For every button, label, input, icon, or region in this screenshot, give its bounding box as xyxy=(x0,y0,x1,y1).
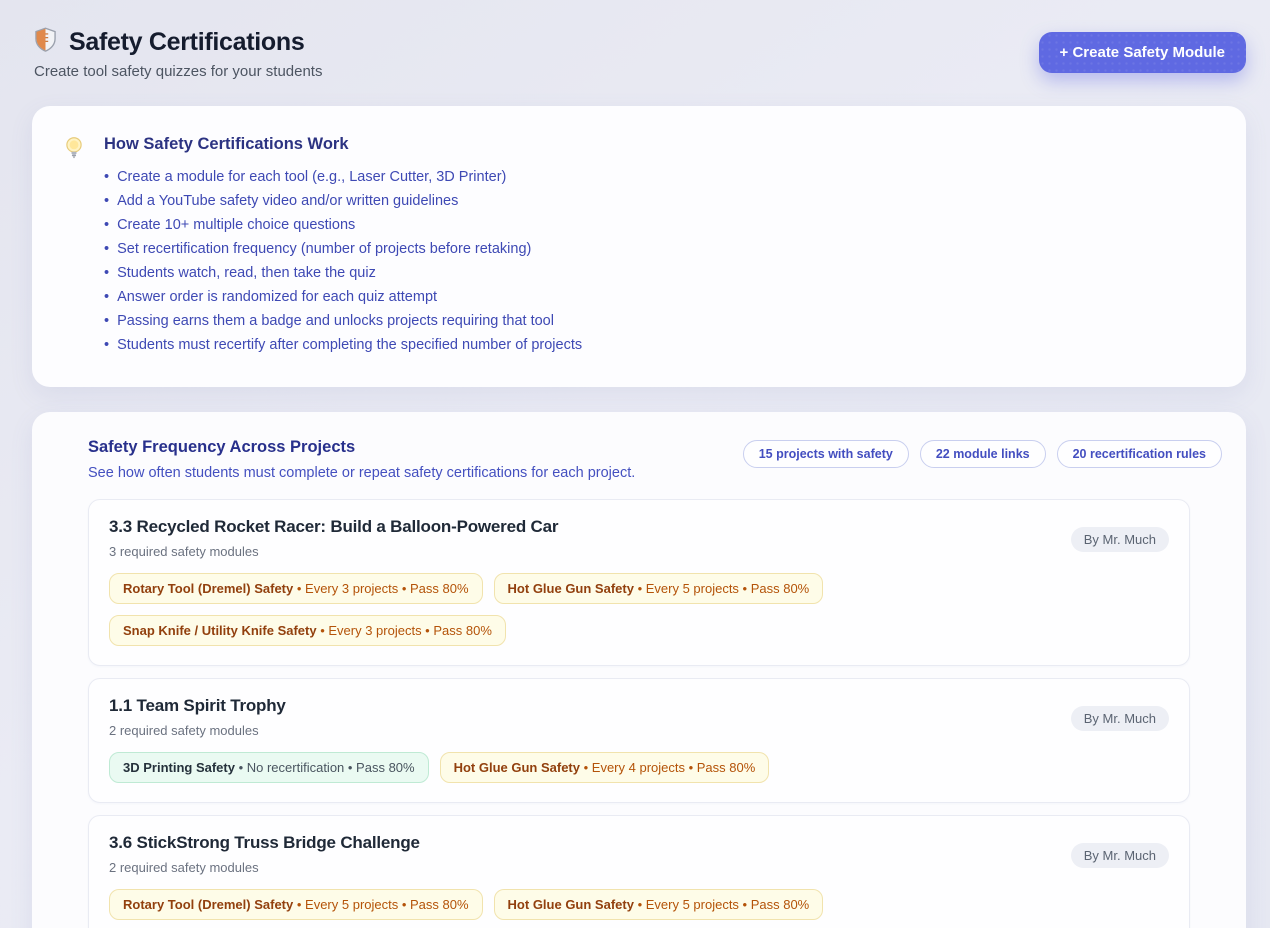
how-it-works-item: Add a YouTube safety video and/or writte… xyxy=(104,189,582,213)
how-it-works-item: Answer order is randomized for each quiz… xyxy=(104,285,582,309)
safety-module-name: Hot Glue Gun Safety xyxy=(508,581,634,596)
shield-icon xyxy=(32,26,59,58)
frequency-section-subtitle: See how often students must complete or … xyxy=(88,465,635,481)
frequency-section-header: Safety Frequency Across Projects See how… xyxy=(56,438,1222,481)
how-it-works-title: How Safety Certifications Work xyxy=(104,135,582,154)
how-it-works-list: Create a module for each tool (e.g., Las… xyxy=(104,165,582,357)
how-it-works-item: Create 10+ multiple choice questions xyxy=(104,213,582,237)
how-it-works-content: How Safety Certifications Work Create a … xyxy=(104,132,582,357)
safety-badge-row: Rotary Tool (Dremel) Safety • Every 3 pr… xyxy=(109,573,1169,646)
project-modules-count: 2 required safety modules xyxy=(109,723,1169,738)
stat-pill: 20 recertification rules xyxy=(1057,440,1222,468)
project-list: 3.3 Recycled Rocket Racer: Build a Ballo… xyxy=(88,499,1190,928)
frequency-section-titles: Safety Frequency Across Projects See how… xyxy=(56,438,635,481)
safety-module-badge: Rotary Tool (Dremel) Safety • Every 5 pr… xyxy=(109,889,483,920)
project-modules-count: 2 required safety modules xyxy=(109,860,1169,875)
safety-module-detail: • Every 3 projects • Pass 80% xyxy=(317,623,492,638)
create-safety-module-button[interactable]: + Create Safety Module xyxy=(1039,32,1246,73)
safety-module-name: Rotary Tool (Dremel) Safety xyxy=(123,897,293,912)
project-title: 1.1 Team Spirit Trophy xyxy=(109,696,1169,716)
safety-module-detail: • Every 5 projects • Pass 80% xyxy=(634,897,809,912)
stat-pill: 15 projects with safety xyxy=(743,440,909,468)
project-title: 3.3 Recycled Rocket Racer: Build a Ballo… xyxy=(109,517,1169,537)
safety-module-badge: Hot Glue Gun Safety • Every 5 projects •… xyxy=(494,573,824,604)
frequency-section-title: Safety Frequency Across Projects xyxy=(88,438,635,457)
safety-module-detail: • Every 4 projects • Pass 80% xyxy=(580,760,755,775)
safety-module-name: 3D Printing Safety xyxy=(123,760,235,775)
stat-pill: 22 module links xyxy=(920,440,1046,468)
safety-module-detail: • Every 3 projects • Pass 80% xyxy=(293,581,468,596)
how-it-works-item: Set recertification frequency (number of… xyxy=(104,237,582,261)
how-it-works-item: Passing earns them a badge and unlocks p… xyxy=(104,309,582,333)
safety-module-detail: • No recertification • Pass 80% xyxy=(235,760,415,775)
safety-module-name: Rotary Tool (Dremel) Safety xyxy=(123,581,293,596)
page-subtitle: Create tool safety quizzes for your stud… xyxy=(34,63,322,80)
how-it-works-card: How Safety Certifications Work Create a … xyxy=(32,106,1246,387)
safety-module-badge: 3D Printing Safety • No recertification … xyxy=(109,752,429,783)
project-author-badge: By Mr. Much xyxy=(1071,706,1169,731)
lightbulb-icon xyxy=(60,134,88,357)
how-it-works-item: Create a module for each tool (e.g., Las… xyxy=(104,165,582,189)
frequency-stats: 15 projects with safety 22 module links 20… xyxy=(743,440,1222,468)
safety-module-detail: • Every 5 projects • Pass 80% xyxy=(293,897,468,912)
header-text-block: Safety Certifications Create tool safety… xyxy=(32,26,322,80)
safety-badge-row: 3D Printing Safety • No recertification … xyxy=(109,752,1169,783)
project-card[interactable]: 3.6 StickStrong Truss Bridge Challenge 2 … xyxy=(88,815,1190,928)
project-modules-count: 3 required safety modules xyxy=(109,544,1169,559)
safety-module-detail: • Every 5 projects • Pass 80% xyxy=(634,581,809,596)
project-title: 3.6 StickStrong Truss Bridge Challenge xyxy=(109,833,1169,853)
project-author-badge: By Mr. Much xyxy=(1071,843,1169,868)
safety-module-badge: Hot Glue Gun Safety • Every 4 projects •… xyxy=(440,752,770,783)
safety-module-badge: Hot Glue Gun Safety • Every 5 projects •… xyxy=(494,889,824,920)
project-card[interactable]: 3.3 Recycled Rocket Racer: Build a Ballo… xyxy=(88,499,1190,666)
safety-module-name: Snap Knife / Utility Knife Safety xyxy=(123,623,317,638)
project-card[interactable]: 1.1 Team Spirit Trophy 2 required safety … xyxy=(88,678,1190,803)
page-title: Safety Certifications xyxy=(69,28,304,57)
page-header: Safety Certifications Create tool safety… xyxy=(32,26,1246,80)
safety-badge-row: Rotary Tool (Dremel) Safety • Every 5 pr… xyxy=(109,889,1169,920)
how-it-works-item: Students must recertify after completing… xyxy=(104,333,582,357)
project-author-badge: By Mr. Much xyxy=(1071,527,1169,552)
how-it-works-item: Students watch, read, then take the quiz xyxy=(104,261,582,285)
frequency-section: Safety Frequency Across Projects See how… xyxy=(32,412,1246,928)
safety-module-name: Hot Glue Gun Safety xyxy=(508,897,634,912)
safety-module-badge: Rotary Tool (Dremel) Safety • Every 3 pr… xyxy=(109,573,483,604)
safety-module-name: Hot Glue Gun Safety xyxy=(454,760,580,775)
safety-certifications-page: Safety Certifications Create tool safety… xyxy=(0,0,1270,928)
safety-module-badge: Snap Knife / Utility Knife Safety • Ever… xyxy=(109,615,506,646)
